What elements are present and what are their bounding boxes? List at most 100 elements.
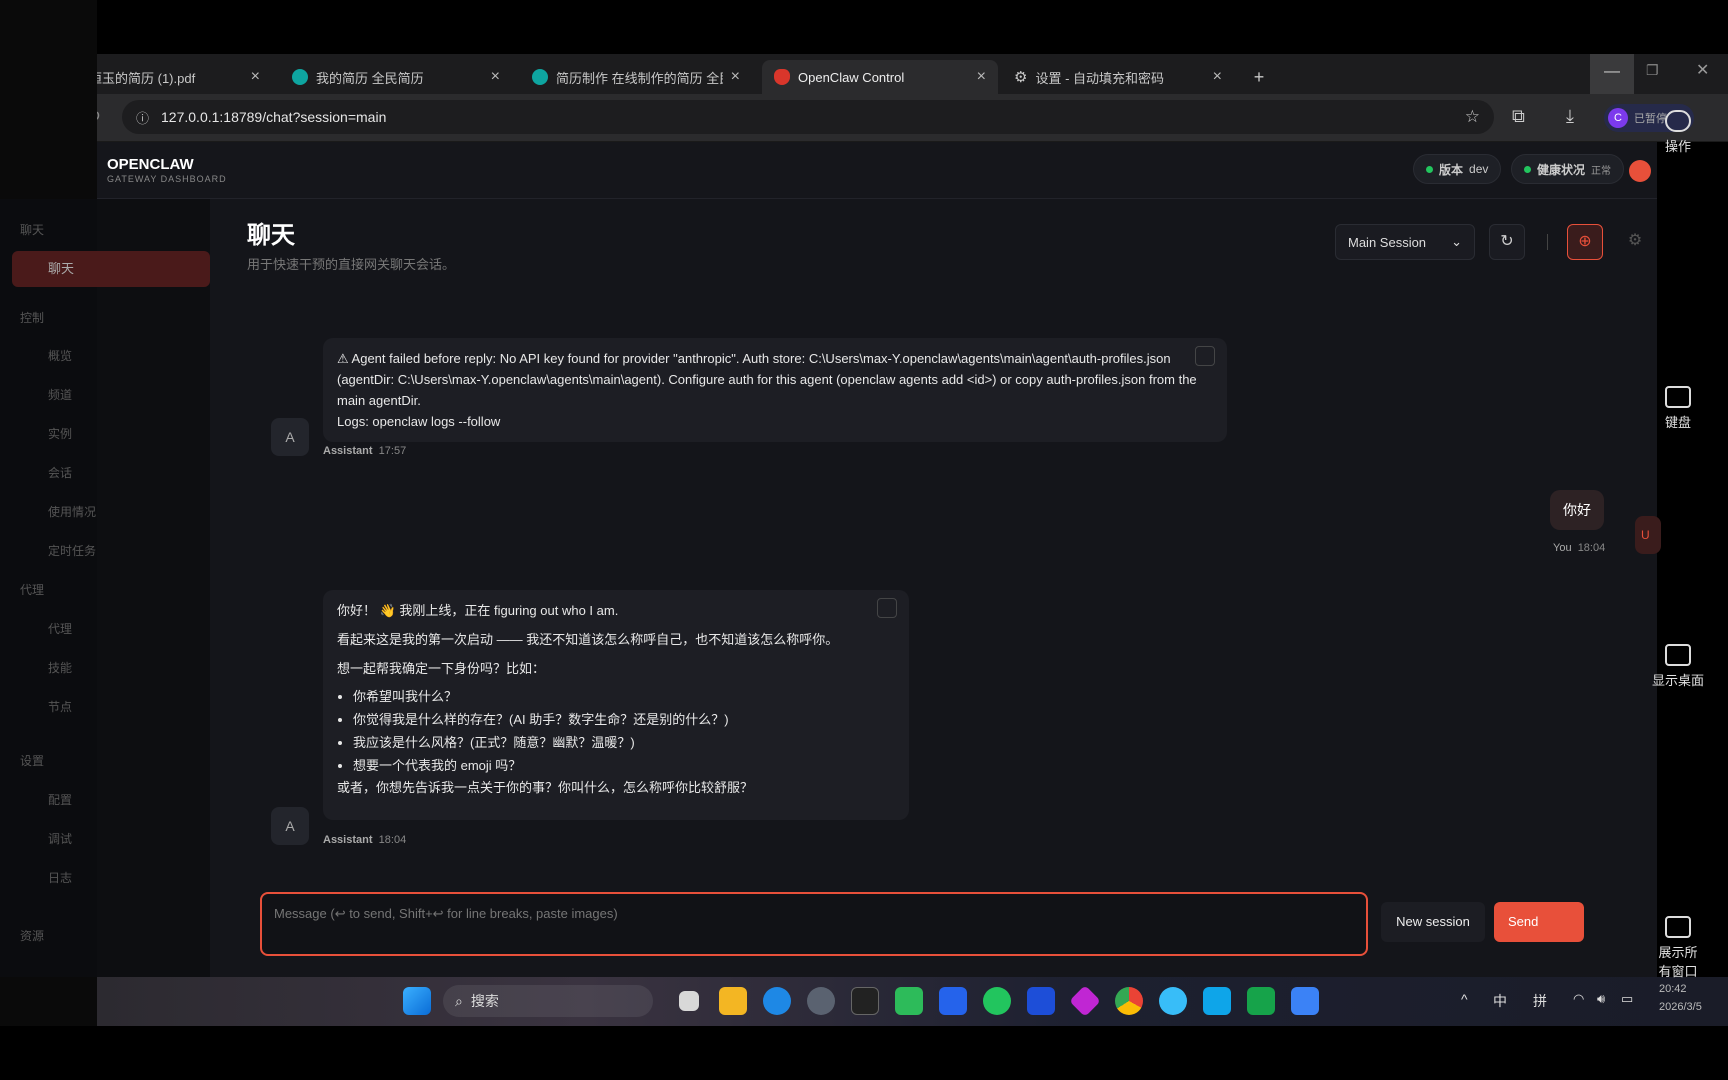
new-session-button[interactable]: New session [1381,902,1485,942]
app-blue-icon[interactable] [939,987,967,1015]
clock-date[interactable]: 2026/3/5 [1659,1001,1702,1013]
sidebar-item-chat[interactable]: 聊天 [12,251,210,287]
list-item: 你觉得我是什么样的存在？(AI 助手？数字生命？还是别的什么？) [353,708,895,731]
wifi-icon[interactable]: ◠ [1573,991,1584,1007]
message-meta: You 18:04 [1553,542,1605,554]
overlay-show-desktop-button[interactable]: 显示桌面 [1648,644,1708,689]
edge-icon[interactable] [763,987,791,1015]
send-button[interactable]: Send [1494,902,1584,942]
nav-section-agent: 代理 [20,583,45,597]
session-select[interactable]: Main Session ⌄ [1335,224,1475,260]
assistant-message: ⚠ Agent failed before reply: No API key … [323,338,1227,442]
desktop-icon [1665,644,1691,666]
app-photo-icon[interactable] [1291,987,1319,1015]
app-diamond-icon[interactable] [1069,985,1101,1017]
close-tab-icon[interactable]: × [731,68,740,86]
copy-icon[interactable] [877,598,897,618]
taskbar-search[interactable]: ⌕ 搜索 [443,985,653,1017]
overlay-ops-label: 操作 [1664,139,1691,154]
close-tab-icon[interactable]: × [251,68,260,86]
version-badge: 版本 dev [1413,154,1502,184]
tab-openclaw-control[interactable]: OpenClaw Control × [762,60,998,94]
tab-settings[interactable]: ⚙ 设置 - 自动填充和密码 × [1002,60,1234,94]
app-window-icon[interactable] [1027,987,1055,1015]
extensions-icon[interactable]: ⧉ [1512,106,1525,127]
focus-mode-button[interactable]: ⊕ [1567,224,1603,260]
toggle-icon [1665,110,1691,132]
download-icon[interactable]: ⤓ [1566,106,1574,127]
screen-top-border [0,0,1728,54]
sidebar-item-skills[interactable]: 技能 [48,659,72,676]
copy-icon[interactable] [1195,346,1215,366]
sidebar-item-sessions[interactable]: 会话 [48,464,72,481]
sidebar-item-channels[interactable]: 频道 [48,386,72,403]
tab-my-resume[interactable]: 我的简历 全民简历 × [280,60,512,94]
assistant-message: 你好！ 👋 我刚上线，正在 figuring out who I am. 看起来… [323,590,909,820]
overlay-show-all-label-2: 有窗口 [1658,964,1698,979]
chrome-icon[interactable] [1115,987,1143,1015]
overlay-keyboard-label: 键盘 [1664,415,1691,430]
settings-app-icon[interactable] [807,987,835,1015]
close-tab-icon[interactable]: × [1213,68,1222,86]
restore-window-button[interactable]: ❐ [1646,62,1659,79]
wechat-icon[interactable] [983,987,1011,1015]
app-green-icon[interactable] [895,987,923,1015]
sidebar-item-instances[interactable]: 实例 [48,425,72,442]
app-plane-icon[interactable] [1203,987,1231,1015]
list-item: 我应该是什么风格？(正式？随意？幽默？温暖？) [353,731,895,754]
refresh-button[interactable]: ↻ [1489,224,1525,260]
file-explorer-icon[interactable] [719,987,747,1015]
keyboard-icon [1665,386,1691,408]
windows-start-icon[interactable] [403,987,431,1015]
nav-section-chat: 聊天 [20,223,45,237]
bookmark-star-icon[interactable]: ☆ [1465,107,1480,127]
close-tab-icon[interactable]: × [977,68,986,86]
overlay-show-all-label: 展示所 [1658,945,1698,960]
address-bar[interactable]: ⓘ 127.0.0.1:18789/chat?session=main ☆ [122,100,1494,134]
sidebar-item-usage[interactable]: 使用情况 [48,503,96,520]
message-meta: Assistant 17:57 [323,445,406,457]
sidebar-item-cron[interactable]: 定时任务 [48,542,96,559]
sidebar-item-agents[interactable]: 代理 [48,620,72,637]
overlay-ops-button[interactable]: 操作 [1648,110,1708,155]
close-window-button[interactable]: ✕ [1696,60,1709,80]
overlay-show-all-windows-button[interactable]: 展示所 有窗口 [1648,916,1708,980]
windows-taskbar: ⌕ 搜索 ^ 中 拼 ◠ 🔊︎ ▭ 20:42 2026/3/5 [97,977,1728,1026]
sidebar-item-logs[interactable]: 日志 [48,869,72,886]
clock-time[interactable]: 20:42 [1659,983,1687,995]
session-select-value: Main Session [1348,234,1427,250]
version-value: dev [1469,162,1489,176]
site-info-icon[interactable]: ⓘ [136,108,149,127]
resume-site-icon [292,69,308,85]
message-author: Assistant [323,834,373,846]
nav-section-settings: 设置 [20,754,45,768]
sidebar-item-config[interactable]: 配置 [48,791,72,808]
message-input[interactable] [260,892,1368,956]
sidebar-item-nodes[interactable]: 节点 [48,698,72,715]
tools-button[interactable]: ⚙ [1617,224,1653,260]
overlay-show-desktop-label: 显示桌面 [1651,673,1704,688]
volume-icon[interactable]: 🔊︎ [1597,991,1605,1007]
assistant-avatar: A [271,418,309,456]
terminal-icon[interactable] [851,987,879,1015]
ime-mode[interactable]: 拼 [1533,991,1547,1011]
app-monitor-icon[interactable] [1247,987,1275,1015]
message-paragraph: 你好！ 👋 我刚上线，正在 figuring out who I am. [337,603,619,618]
app-bird-icon[interactable] [1159,987,1187,1015]
new-tab-button[interactable]: + [1244,60,1274,94]
ime-language[interactable]: 中 [1493,991,1507,1011]
user-message: 你好 [1550,490,1604,530]
overlay-keyboard-button[interactable]: 键盘 [1648,386,1708,431]
health-value: 正常 [1591,165,1612,177]
theme-toggle-icon[interactable] [1629,160,1651,182]
sidebar-item-debug[interactable]: 调试 [48,830,72,847]
task-view-icon[interactable] [679,991,699,1011]
tray-chevron-up-icon[interactable]: ^ [1461,991,1468,1007]
tab-resume-maker[interactable]: 简历制作 在线制作的简历 全民简 × [520,60,752,94]
battery-icon[interactable]: ▭ [1621,991,1633,1007]
close-tab-icon[interactable]: × [491,68,500,86]
url-text: 127.0.0.1:18789/chat?session=main [161,109,387,125]
chevron-down-icon: ⌄ [1451,234,1462,249]
minimize-window-button[interactable]: — [1590,54,1634,94]
sidebar-item-overview[interactable]: 概览 [48,347,72,364]
